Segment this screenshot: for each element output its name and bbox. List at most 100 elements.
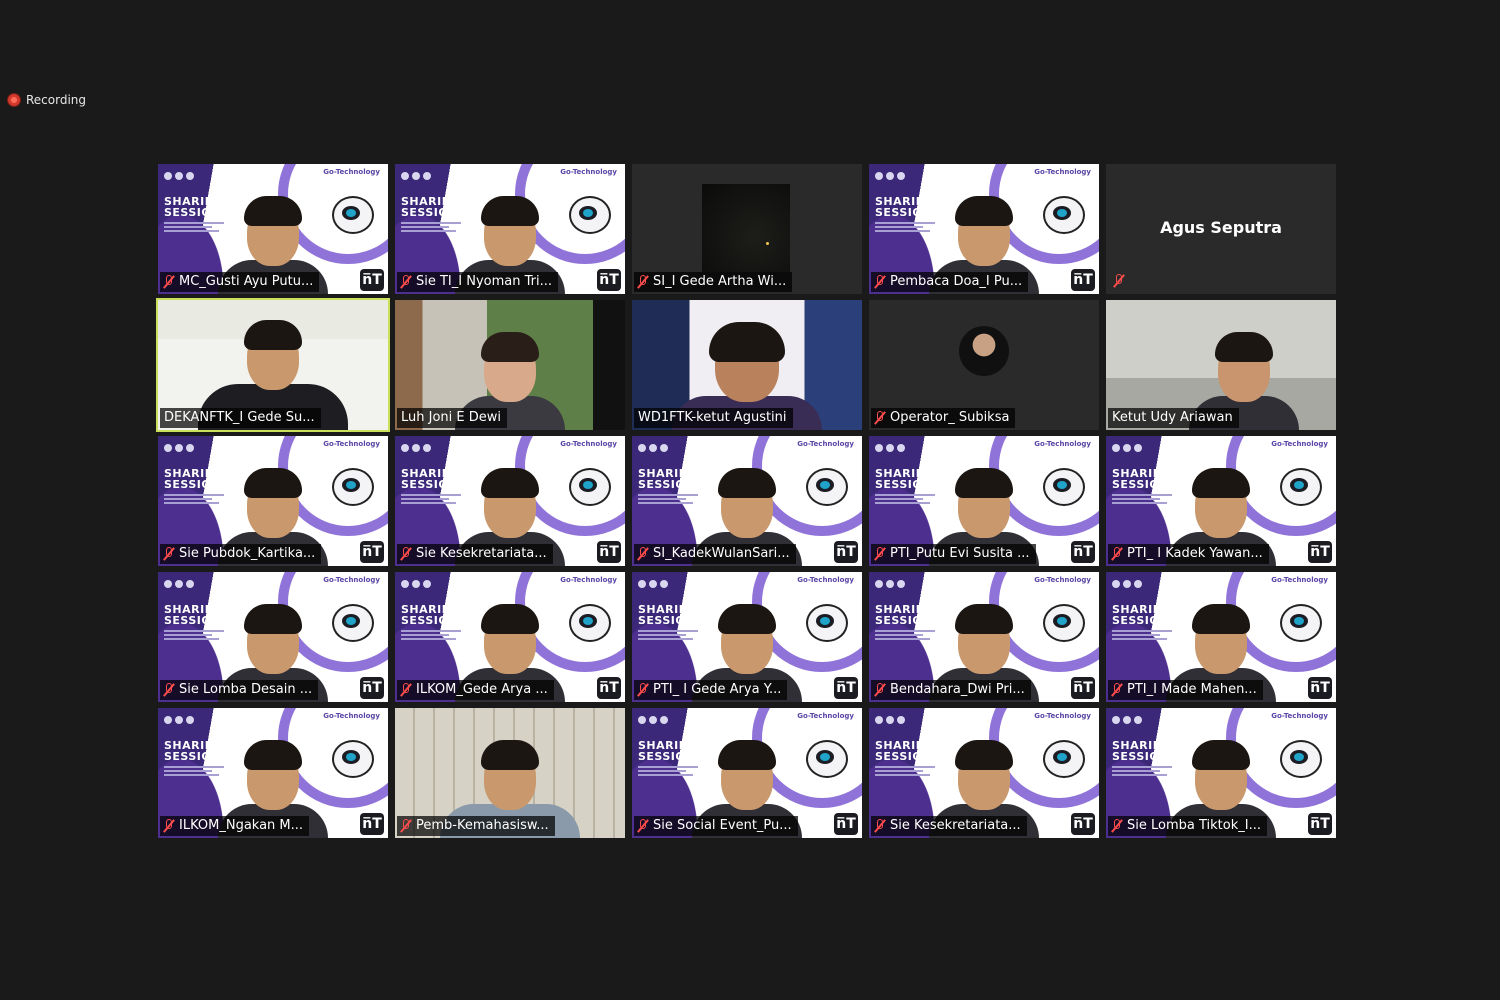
participant-tile[interactable]: SHARING SESSION Go-Technology n̅T Sie TI… xyxy=(395,164,625,294)
participant-name-center: Agus Seputra xyxy=(1160,218,1282,237)
participant-name-label: Ketut Udy Ariawan xyxy=(1108,408,1239,428)
mic-muted-icon xyxy=(875,411,885,425)
logos-icon xyxy=(401,580,471,588)
event-logo-icon: n̅T xyxy=(1308,541,1332,563)
recording-icon xyxy=(8,94,20,106)
participant-name: PTI_ I Gede Arya Y... xyxy=(653,682,782,697)
participant-name: Sie Lomba Desain ... xyxy=(179,682,313,697)
logos-icon xyxy=(875,580,945,588)
participant-tile[interactable]: SHARING SESSION Go-Technology n̅T Sie Pu… xyxy=(158,436,388,566)
participant-tile[interactable]: Pemb-Kemahasisw... xyxy=(395,708,625,838)
event-logo-icon: n̅T xyxy=(1071,813,1095,835)
participant-tile[interactable]: SHARING SESSION Go-Technology n̅T PTI_I … xyxy=(1106,572,1336,702)
participant-name: WD1FTK-ketut Agustini xyxy=(638,410,787,425)
participant-tile[interactable]: SHARING SESSION Go-Technology n̅T PTI_ I… xyxy=(632,572,862,702)
robot-mascot-icon xyxy=(1276,462,1322,512)
participant-name: Sie Kesekretariata... xyxy=(416,546,547,561)
logos-icon xyxy=(875,444,945,452)
participant-tile[interactable]: Luh Joni E Dewi xyxy=(395,300,625,430)
mic-muted-icon xyxy=(875,819,885,833)
mic-muted-icon xyxy=(875,275,885,289)
robot-mascot-icon xyxy=(1276,598,1322,648)
participant-name-label: Bendahara_Dwi Pri... xyxy=(871,680,1031,700)
logos-icon xyxy=(1112,444,1182,452)
participant-tile[interactable]: Ketut Udy Ariawan xyxy=(1106,300,1336,430)
participant-name: PTI_Putu Evi Susita ... xyxy=(890,546,1030,561)
event-logo-icon: n̅T xyxy=(597,677,621,699)
participant-name: ILKOM_Ngakan M... xyxy=(179,818,304,833)
participant-name-label: Sie Lomba Desain ... xyxy=(160,680,319,700)
participant-tile[interactable]: SHARING SESSION Go-Technology n̅T Sie Lo… xyxy=(1106,708,1336,838)
participant-tile[interactable]: DEKANFTK_I Gede Su... xyxy=(156,298,390,432)
event-tag: Go-Technology xyxy=(1034,712,1091,720)
robot-mascot-icon xyxy=(565,190,611,240)
participant-tile[interactable]: SHARING SESSION Go-Technology n̅T PTI_ I… xyxy=(1106,436,1336,566)
profile-avatar xyxy=(959,326,1009,376)
participant-name-label: Sie Pubdok_Kartika... xyxy=(160,544,322,564)
participant-name: Sie Lomba Tiktok_I... xyxy=(1127,818,1261,833)
video-grid: SHARING SESSION Go-Technology n̅T MC_Gus… xyxy=(156,164,1336,838)
robot-mascot-icon xyxy=(1276,734,1322,784)
mic-muted-icon xyxy=(401,819,411,833)
robot-mascot-icon xyxy=(328,190,374,240)
mic-muted-icon xyxy=(638,683,648,697)
participant-tile[interactable]: Operator_ Subiksa xyxy=(869,300,1099,430)
mic-muted-icon xyxy=(401,683,411,697)
participant-tile[interactable]: WD1FTK-ketut Agustini xyxy=(632,300,862,430)
participant-tile[interactable]: SHARING SESSION Go-Technology n̅T Sie Ke… xyxy=(395,436,625,566)
event-tag: Go-Technology xyxy=(560,440,617,448)
event-tag: Go-Technology xyxy=(323,168,380,176)
participant-tile[interactable]: SHARING SESSION Go-Technology n̅T Bendah… xyxy=(869,572,1099,702)
participant-tile[interactable]: SHARING SESSION Go-Technology n̅T Pembac… xyxy=(869,164,1099,294)
event-logo-icon: n̅T xyxy=(834,677,858,699)
participant-tile[interactable]: SHARING SESSION Go-Technology n̅T ILKOM_… xyxy=(158,708,388,838)
event-tag: Go-Technology xyxy=(1034,576,1091,584)
participant-name: ILKOM_Gede Arya ... xyxy=(416,682,548,697)
logos-icon xyxy=(875,716,945,724)
logos-icon xyxy=(164,444,234,452)
logos-icon xyxy=(638,444,708,452)
recording-label: Recording xyxy=(26,93,87,107)
participant-name-label: Operator_ Subiksa xyxy=(871,408,1016,428)
mic-muted-icon xyxy=(638,819,648,833)
participant-tile[interactable]: SHARING SESSION Go-Technology n̅T PTI_Pu… xyxy=(869,436,1099,566)
participant-tile[interactable]: Agus Seputra xyxy=(1106,164,1336,294)
robot-mascot-icon xyxy=(328,734,374,784)
participant-name: SI_KadekWulanSari... xyxy=(653,546,790,561)
event-logo-icon: n̅T xyxy=(597,541,621,563)
mic-muted-icon xyxy=(401,547,411,561)
event-tag: Go-Technology xyxy=(797,440,854,448)
mic-muted-icon xyxy=(164,275,174,289)
logos-icon xyxy=(401,172,471,180)
event-logo-icon: n̅T xyxy=(597,269,621,291)
participant-name: DEKANFTK_I Gede Su... xyxy=(164,410,315,425)
robot-mascot-icon xyxy=(802,734,848,784)
participant-name-label: Luh Joni E Dewi xyxy=(397,408,507,428)
participant-name-label: PTI_ I Gede Arya Y... xyxy=(634,680,788,700)
participant-name-label: SI_KadekWulanSari... xyxy=(634,544,796,564)
robot-mascot-icon xyxy=(1039,734,1085,784)
participant-name: Sie Kesekretariata... xyxy=(890,818,1021,833)
event-tag: Go-Technology xyxy=(323,712,380,720)
participant-tile[interactable]: SI_I Gede Artha Wi... xyxy=(632,164,862,294)
mic-muted-icon xyxy=(1114,274,1124,288)
participant-tile[interactable]: SHARING SESSION Go-Technology n̅T MC_Gus… xyxy=(158,164,388,294)
participant-name: Pemb-Kemahasisw... xyxy=(416,818,549,833)
participant-name: Luh Joni E Dewi xyxy=(401,410,501,425)
participant-tile[interactable]: SHARING SESSION Go-Technology n̅T Sie Ke… xyxy=(869,708,1099,838)
mic-muted-icon xyxy=(875,683,885,697)
participant-tile[interactable]: SHARING SESSION Go-Technology n̅T Sie Lo… xyxy=(158,572,388,702)
event-logo-icon: n̅T xyxy=(1071,269,1095,291)
mic-muted-icon xyxy=(1112,547,1122,561)
event-logo-icon: n̅T xyxy=(360,269,384,291)
event-logo-icon: n̅T xyxy=(834,813,858,835)
participant-name-label: SI_I Gede Artha Wi... xyxy=(634,272,793,292)
participant-name: MC_Gusti Ayu Putu... xyxy=(179,274,314,289)
robot-mascot-icon xyxy=(1039,190,1085,240)
event-tag: Go-Technology xyxy=(1034,168,1091,176)
participant-tile[interactable]: SHARING SESSION Go-Technology n̅T ILKOM_… xyxy=(395,572,625,702)
participant-tile[interactable]: SHARING SESSION Go-Technology n̅T SI_Kad… xyxy=(632,436,862,566)
participant-name-label: WD1FTK-ketut Agustini xyxy=(634,408,793,428)
robot-mascot-icon xyxy=(802,462,848,512)
participant-tile[interactable]: SHARING SESSION Go-Technology n̅T Sie So… xyxy=(632,708,862,838)
